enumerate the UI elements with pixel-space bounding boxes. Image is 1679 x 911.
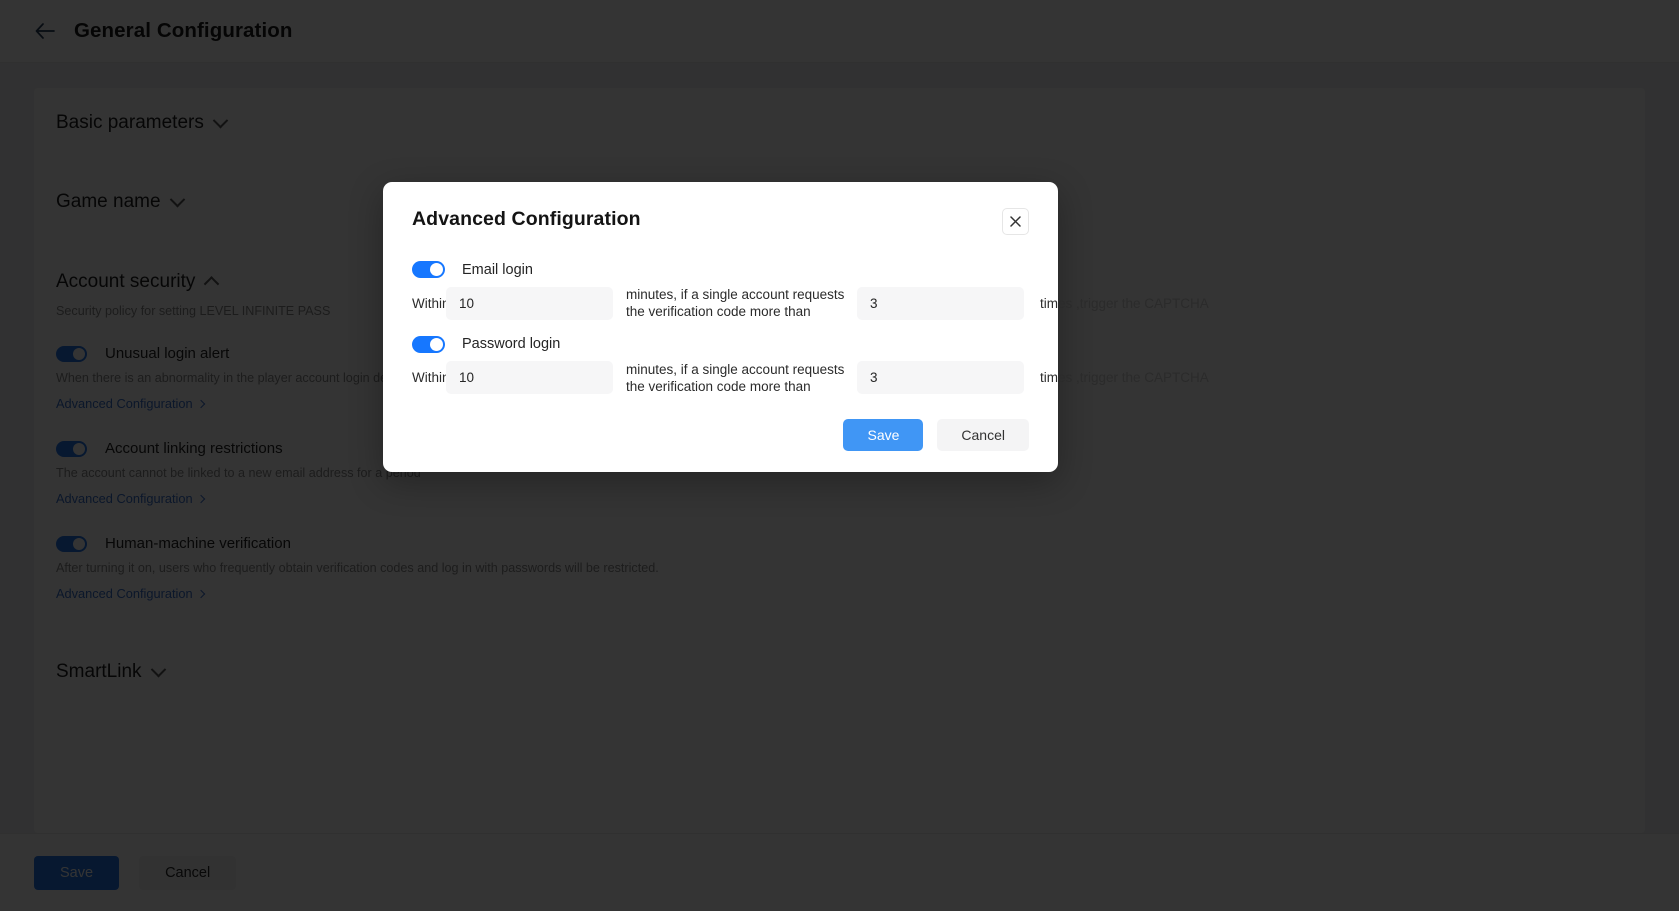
rule-prefix-label: Within (412, 295, 450, 311)
rule-suffix-text: times ,trigger the CAPTCHA (1040, 370, 1209, 386)
modal-overlay[interactable]: Advanced Configuration Email login Withi… (0, 0, 1679, 911)
dialog-footer: Save Cancel (412, 419, 1029, 452)
toggle-email-login[interactable] (412, 261, 445, 278)
close-icon[interactable] (1002, 208, 1029, 235)
dialog-toggle-label-email-login: Email login (462, 261, 533, 278)
toggle-password-login[interactable] (412, 335, 445, 353)
minutes-input-password-login[interactable] (446, 361, 613, 395)
dialog-title: Advanced Configuration (412, 208, 641, 230)
rule-row-email-login: Within minutes, if a single account requ… (412, 286, 1209, 321)
dialog-toggle-row-password-login: Password login (412, 335, 1029, 353)
rule-row-password-login: Within minutes, if a single account requ… (412, 361, 1209, 396)
times-input-email-login[interactable] (857, 286, 1024, 320)
dialog-body: Email login Within minutes, if a single … (412, 261, 1209, 452)
dialog-toggle-row-email-login: Email login (412, 261, 1029, 278)
dialog-toggle-label-password-login: Password login (462, 336, 561, 353)
times-input-password-login[interactable] (857, 361, 1024, 395)
rule-suffix-text: times ,trigger the CAPTCHA (1040, 295, 1209, 311)
dialog-save-button[interactable]: Save (843, 419, 924, 452)
rule-middle-text: minutes, if a single account requests th… (626, 287, 845, 320)
minutes-input-email-login[interactable] (446, 286, 613, 320)
rule-middle-text: minutes, if a single account requests th… (626, 361, 845, 394)
dialog-header: Advanced Configuration (412, 208, 1029, 235)
rule-prefix-label: Within (412, 370, 450, 386)
dialog-cancel-button[interactable]: Cancel (937, 419, 1029, 452)
advanced-configuration-dialog: Advanced Configuration Email login Withi… (383, 182, 1209, 472)
